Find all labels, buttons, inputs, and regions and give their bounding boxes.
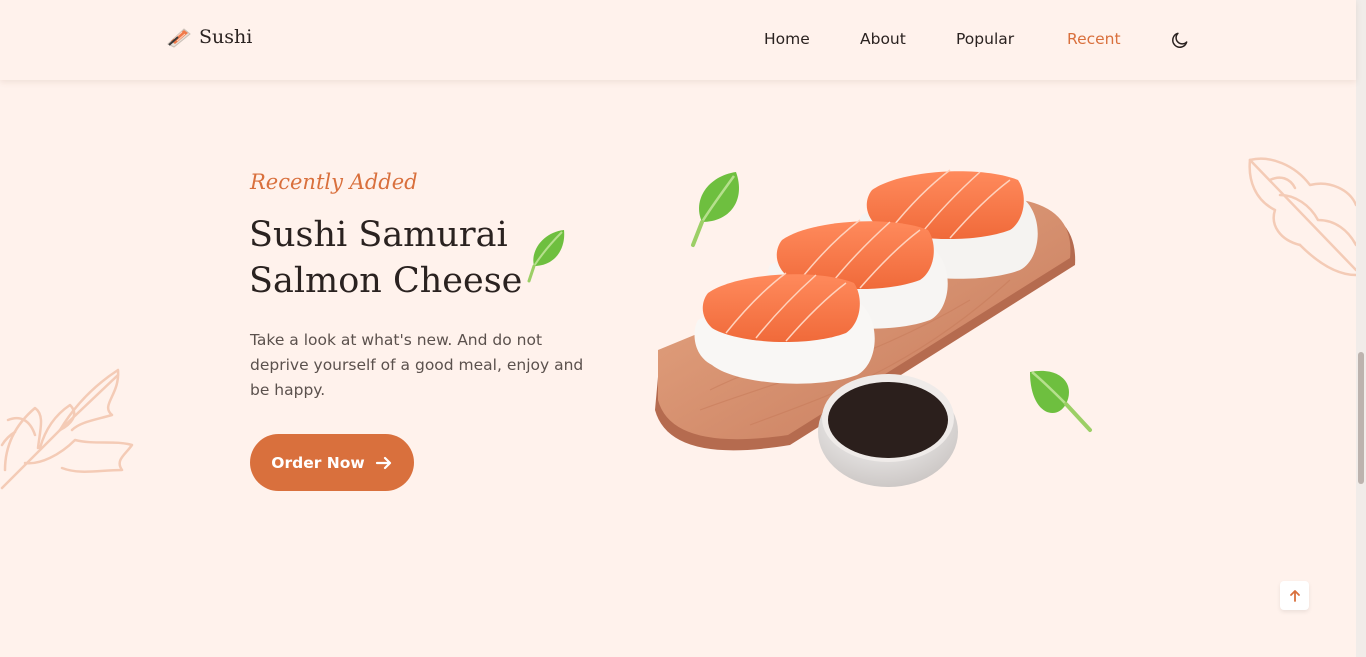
leaf-top-icon <box>691 172 739 247</box>
moon-icon[interactable] <box>1170 30 1190 50</box>
leaf-bottom-icon <box>1030 370 1092 432</box>
leaf-outline-left-decoration <box>0 368 134 490</box>
order-now-label: Order Now <box>271 453 365 472</box>
leaf-outline-right-decoration <box>1248 157 1356 277</box>
hero-title-line1: Sushi Samurai <box>249 215 508 255</box>
scrollbar[interactable] <box>1356 0 1366 657</box>
hero-subtitle: Recently Added <box>250 170 418 194</box>
hero-description: Take a look at what's new. And do not de… <box>250 331 584 399</box>
scroll-up-button[interactable] <box>1280 581 1309 610</box>
order-now-button[interactable]: Order Now <box>250 434 414 491</box>
nav-recent[interactable]: Recent <box>1067 30 1121 48</box>
hero-title: Sushi Samurai Salmon Cheese <box>249 212 522 304</box>
nav-about[interactable]: About <box>860 30 906 48</box>
header: Sushi Home About Popular Recent <box>0 0 1356 80</box>
hero-title-line2: Salmon Cheese <box>249 261 523 301</box>
arrow-right-icon <box>375 456 391 469</box>
nav-home[interactable]: Home <box>764 30 810 48</box>
arrow-up-icon <box>1289 589 1300 602</box>
sushi-logo-icon <box>167 28 191 48</box>
logo[interactable]: Sushi <box>166 26 252 48</box>
logo-text: Sushi <box>199 26 253 48</box>
nav-popular[interactable]: Popular <box>956 30 1014 48</box>
scrollbar-thumb[interactable] <box>1358 352 1364 484</box>
small-leaf-icon <box>527 230 565 283</box>
